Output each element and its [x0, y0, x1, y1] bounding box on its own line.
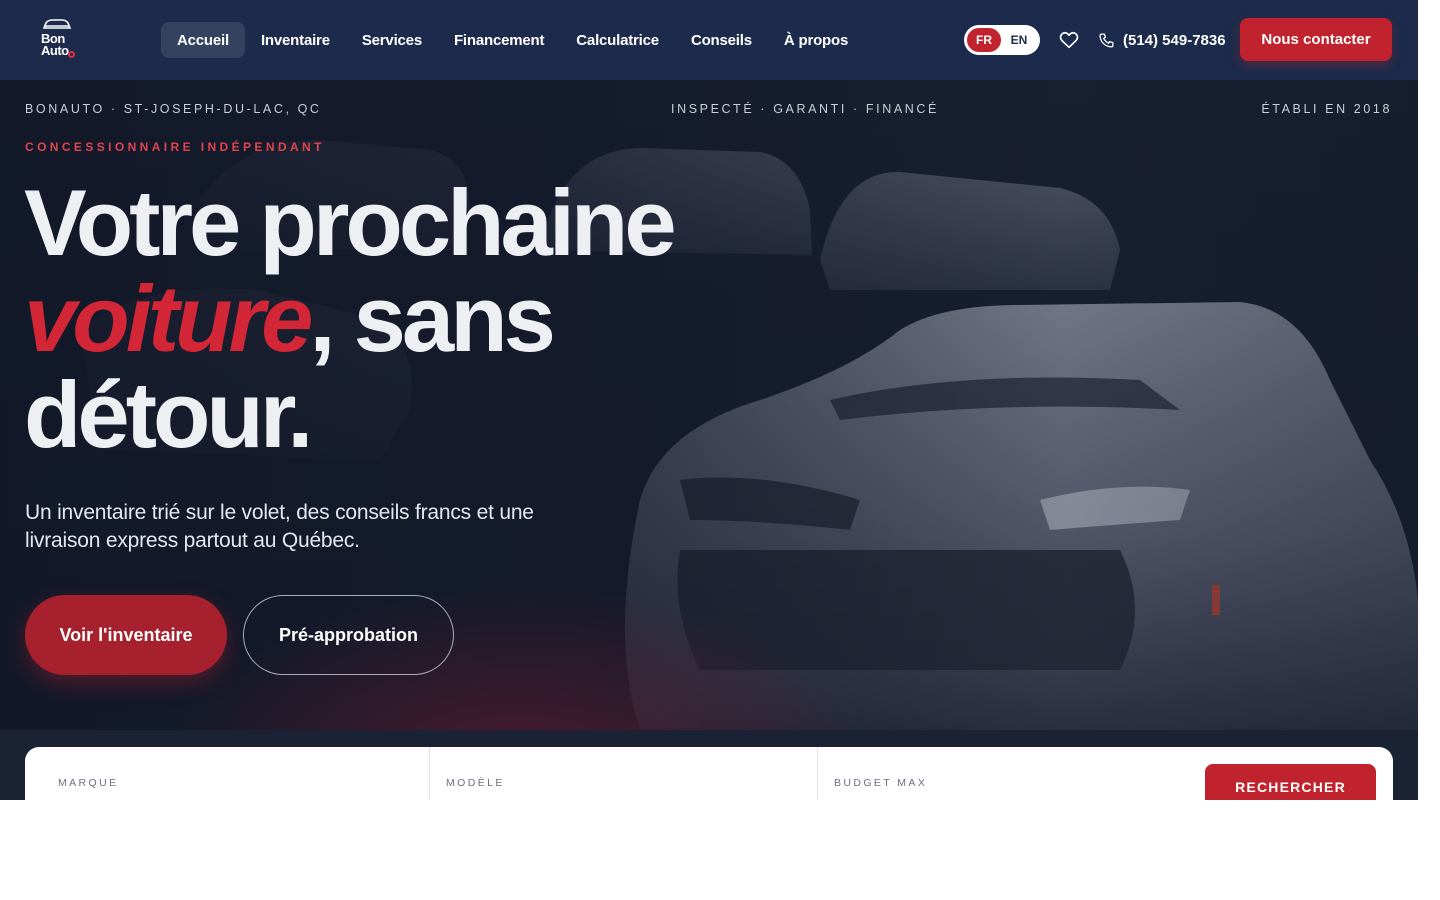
nav-item-calculatrice[interactable]: Calculatrice: [560, 22, 675, 58]
view-inventory-button[interactable]: Voir l'inventaire: [25, 595, 227, 675]
model-field[interactable]: MODÈLE: [429, 747, 817, 800]
main-menu: Accueil Inventaire Services Financement …: [161, 22, 864, 58]
nav-item-accueil[interactable]: Accueil: [161, 22, 245, 58]
headline-accent-word: voiture: [24, 266, 313, 371]
budget-field[interactable]: BUDGET MAX: [817, 747, 1205, 800]
pre-approval-button[interactable]: Pré-approbation: [243, 595, 454, 675]
headline-line-2: voiture, sans: [24, 271, 924, 367]
logo-red-dot-icon: [68, 51, 75, 58]
lang-en-button[interactable]: EN: [1001, 28, 1037, 52]
hero-meta-established: ÉTABLI EN 2018: [1261, 102, 1392, 116]
nav-item-financement[interactable]: Financement: [438, 22, 560, 58]
logo-text-line2: Auto: [41, 43, 69, 58]
contact-button[interactable]: Nous contacter: [1240, 18, 1392, 61]
nav-item-a-propos[interactable]: À propos: [768, 22, 864, 58]
phone-link[interactable]: (514) 549-7836: [1098, 29, 1226, 51]
search-button[interactable]: RECHERCHER: [1205, 764, 1376, 800]
make-field[interactable]: MARQUE: [25, 747, 429, 800]
budget-label: BUDGET MAX: [834, 777, 928, 789]
hero-section: BONAUTO · ST-JOSEPH-DU-LAC, QC INSPECTÉ …: [0, 80, 1418, 730]
phone-icon: [1099, 32, 1114, 48]
phone-number: (514) 549-7836: [1123, 31, 1226, 49]
language-toggle: FR EN: [964, 25, 1040, 55]
nav-item-inventaire[interactable]: Inventaire: [245, 22, 346, 58]
car-logo-icon: [42, 19, 72, 29]
nav-item-services[interactable]: Services: [346, 22, 438, 58]
nav-item-conseils[interactable]: Conseils: [675, 22, 768, 58]
hero-headline: Votre prochaine voiture, sans détour.: [24, 175, 924, 463]
headline-line-2-rest: , sans: [309, 266, 555, 371]
model-label: MODÈLE: [446, 777, 505, 789]
hero-meta-badges: INSPECTÉ · GARANTI · FINANCÉ: [671, 102, 939, 116]
hero-eyebrow: CONCESSIONNAIRE INDÉPENDANT: [25, 140, 325, 154]
heart-icon[interactable]: [1058, 29, 1080, 51]
make-label: MARQUE: [58, 777, 119, 789]
lang-fr-button[interactable]: FR: [967, 28, 1001, 52]
page: Bon Auto Accueil Inventaire Services Fin…: [0, 0, 1440, 900]
top-nav: Bon Auto Accueil Inventaire Services Fin…: [0, 0, 1418, 80]
bonauto-logo[interactable]: Bon Auto: [38, 18, 76, 60]
headline-line-3: détour.: [24, 362, 313, 467]
headline-line-1: Votre prochaine: [24, 170, 677, 275]
hero-meta-location: BONAUTO · ST-JOSEPH-DU-LAC, QC: [25, 102, 322, 116]
vehicle-search-card: MARQUE MODÈLE BUDGET MAX RECHERCHER: [25, 747, 1393, 800]
hero-subtitle: Un inventaire trié sur le volet, des con…: [25, 501, 534, 552]
